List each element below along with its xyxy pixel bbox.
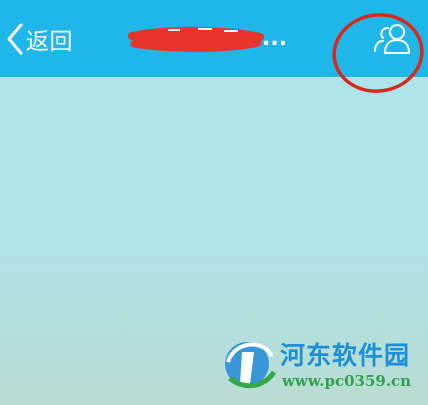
site-logo-icon [220,332,278,400]
chevron-left-icon [6,22,24,56]
back-button[interactable]: 返回 [6,20,73,58]
top-navigation-bar: 返回 ... [0,0,428,77]
watermark-brand: 河东软件园 [280,341,411,370]
group-people-icon [372,24,412,60]
title-ellipsis: ... [262,26,288,51]
back-label: 返回 [26,29,73,55]
site-watermark: 河东软件园 www.pc0359.cn [220,330,428,405]
group-members-button[interactable] [372,22,412,56]
watermark-url: www.pc0359.cn [282,372,412,390]
